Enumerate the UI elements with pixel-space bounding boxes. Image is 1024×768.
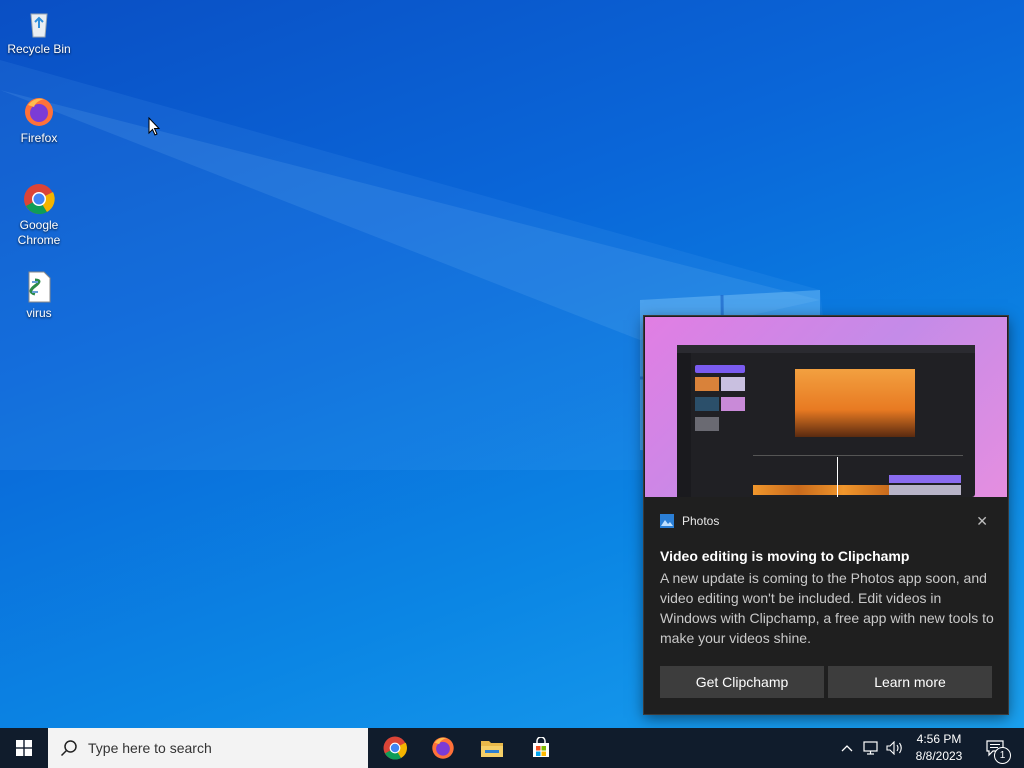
desktop-icon-label: Google Chrome: [17, 218, 61, 247]
close-icon[interactable]: ✕: [976, 513, 988, 530]
start-button[interactable]: [0, 728, 48, 768]
chevron-up-icon: [841, 745, 853, 752]
recycle-bin-icon: [30, 13, 48, 38]
clock-time: 4:56 PM: [916, 732, 962, 746]
taskbar-firefox[interactable]: [419, 728, 467, 768]
toast-notification: Photos ✕ Video editing is moving to Clip…: [644, 316, 1008, 714]
learn-more-button[interactable]: Learn more: [828, 666, 992, 698]
clock-date: 8/8/2023: [915, 749, 963, 763]
chrome-icon: [24, 184, 55, 215]
desktop-icon-label: Recycle Bin: [7, 42, 71, 56]
toast-body: A new update is coming to the Photos app…: [660, 570, 994, 646]
taskbar-clock[interactable]: 4:56 PM 8/8/2023: [902, 731, 976, 765]
action-center-button[interactable]: 1: [978, 728, 1012, 768]
desktop-icon-virus[interactable]: virus: [1, 270, 77, 321]
toast-app-header: Photos: [660, 514, 719, 528]
taskbar-microsoft-store[interactable]: [517, 728, 565, 768]
taskbar-chrome[interactable]: [371, 728, 419, 768]
show-hidden-icons-button[interactable]: [838, 728, 856, 768]
taskbar-file-explorer[interactable]: [468, 728, 516, 768]
desktop-icon-chrome[interactable]: Google Chrome: [1, 182, 77, 248]
microsoft-store-icon: [533, 737, 549, 757]
clipchamp-app-preview: [677, 345, 975, 497]
desktop-icon-firefox[interactable]: Firefox: [1, 95, 77, 146]
toast-app-name: Photos: [682, 514, 720, 528]
windows-start-icon: [16, 740, 32, 756]
toast-hero-image: [645, 317, 1007, 497]
file-explorer-icon: [481, 741, 503, 757]
firefox-icon: [25, 98, 53, 126]
firefox-icon: [432, 737, 454, 759]
chrome-icon: [383, 736, 407, 760]
search-placeholder: Type here to search: [88, 740, 212, 756]
mouse-cursor-icon: [148, 117, 160, 136]
network-icon: [862, 741, 878, 755]
notification-count-badge: 1: [994, 747, 1011, 764]
desktop: Recycle Bin Firefox Google Chrome virus: [0, 0, 1024, 728]
toast-title: Video editing is moving to Clipchamp: [660, 548, 910, 564]
taskbar-search-box[interactable]: Type here to search: [48, 728, 368, 768]
desktop-icon-label: Firefox: [20, 131, 58, 145]
script-file-icon: [28, 271, 51, 303]
search-icon: [60, 740, 77, 757]
photos-icon: [660, 514, 674, 528]
network-button[interactable]: [860, 728, 882, 768]
get-clipchamp-button[interactable]: Get Clipchamp: [660, 666, 824, 698]
taskbar: Type here to search 4:56 PM 8/8/2023 1: [0, 728, 1024, 768]
desktop-icon-label: virus: [26, 306, 52, 320]
desktop-icon-recycle-bin[interactable]: Recycle Bin: [1, 6, 77, 57]
